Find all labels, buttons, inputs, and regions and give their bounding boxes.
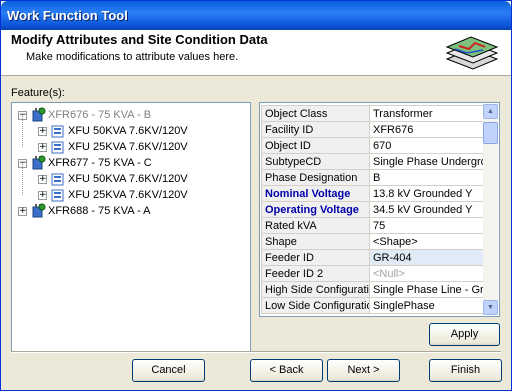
attribute-value[interactable]: 75: [369, 217, 484, 234]
unit-icon: [51, 189, 64, 202]
unit-icon: [51, 125, 64, 138]
attribute-value[interactable]: 670: [369, 137, 484, 154]
map-layers-icon: [445, 36, 499, 70]
attribute-name: Nominal Voltage: [261, 185, 370, 202]
back-button[interactable]: < Back: [250, 359, 323, 382]
attribute-row[interactable]: Low Side Configuration SinglePhase: [261, 297, 484, 314]
attribute-value[interactable]: 13.8 kV Grounded Y: [369, 185, 484, 202]
attribute-row[interactable]: Object ID 670: [261, 137, 484, 154]
tree-item[interactable]: + XFU 50KVA 7.6KV/120V: [38, 171, 188, 187]
features-label: Feature(s):: [11, 87, 65, 99]
attribute-value[interactable]: Single Phase Undergro: [369, 153, 484, 170]
finish-button[interactable]: Finish: [429, 359, 502, 382]
attribute-name: Phase Designation: [261, 169, 370, 186]
attribute-value[interactable]: GR-404: [369, 249, 484, 266]
unit-icon: [51, 173, 64, 186]
tree-item[interactable]: + XFU 25KVA 7.6KV/120V: [38, 187, 188, 203]
attribute-value[interactable]: Transformer: [369, 105, 484, 122]
attribute-name: Facility ID: [261, 121, 370, 138]
title-bar[interactable]: Work Function Tool: [1, 1, 511, 30]
attribute-row[interactable]: SubtypeCD Single Phase Undergro: [261, 153, 484, 170]
wizard-header: Modify Attributes and Site Condition Dat…: [1, 30, 511, 76]
tree-item-label: XFR677 - 75 KVA - C: [48, 157, 152, 169]
grid-scrollbar[interactable]: ▲ ▼: [483, 104, 498, 315]
attribute-value[interactable]: <Shape>: [369, 233, 484, 250]
feature-tree[interactable]: − XFR676 - 75 KVA - B + XFU 50KVA 7.6KV/120…: [11, 102, 251, 352]
attribute-name: Feeder ID 2: [261, 265, 370, 282]
attribute-row[interactable]: Operating Voltage 34.5 kV Grounded Y: [261, 201, 484, 218]
tree-item-label: XFU 50KVA 7.6KV/120V: [68, 173, 188, 185]
page-title: Modify Attributes and Site Condition Dat…: [11, 32, 268, 47]
attribute-row[interactable]: Feeder ID GR-404: [261, 249, 484, 266]
attribute-row[interactable]: Feeder ID 2 <Null>: [261, 265, 484, 282]
tree-item-label: XFU 25KVA 7.6KV/120V: [68, 141, 188, 153]
tree-item[interactable]: − XFR676 - 75 KVA - B: [18, 107, 151, 123]
attribute-name: Shape: [261, 233, 370, 250]
cancel-button[interactable]: Cancel: [132, 359, 205, 382]
work-function-window: Work Function Tool Modify Attributes and…: [0, 0, 512, 391]
scroll-thumb[interactable]: [483, 122, 498, 144]
tree-item-label: XFR676 - 75 KVA - B: [48, 109, 152, 121]
attribute-row[interactable]: Facility ID XFR676: [261, 121, 484, 138]
window-title: Work Function Tool: [7, 8, 128, 23]
attribute-value[interactable]: 34.5 kV Grounded Y: [369, 201, 484, 218]
tree-item[interactable]: + XFR688 - 75 KVA - A: [18, 203, 151, 219]
attribute-grid[interactable]: Object Class Transformer Facility ID XFR676…: [259, 102, 500, 317]
attribute-row[interactable]: Object Class Transformer: [261, 105, 484, 122]
expand-icon[interactable]: +: [38, 190, 47, 200]
tree-item[interactable]: − XFR677 - 75 KVA - C: [18, 155, 152, 171]
attribute-value[interactable]: SinglePhase: [369, 297, 484, 314]
expand-icon[interactable]: +: [38, 126, 47, 136]
tree-item-label: XFU 25KVA 7.6KV/120V: [68, 189, 188, 201]
page-subtitle: Make modifications to attribute values h…: [26, 51, 239, 63]
tree-connector: [22, 163, 23, 195]
scroll-up-button[interactable]: ▲: [483, 104, 498, 119]
expand-icon[interactable]: +: [38, 142, 47, 152]
expand-icon[interactable]: +: [38, 174, 47, 184]
attribute-row[interactable]: Rated kVA 75: [261, 217, 484, 234]
unit-icon: [51, 141, 64, 154]
attribute-value[interactable]: <Null>: [369, 265, 484, 282]
attribute-name: Object ID: [261, 137, 370, 154]
apply-button[interactable]: Apply: [429, 323, 500, 346]
tree-item-label: XFU 50KVA 7.6KV/120V: [68, 125, 188, 137]
separator: [11, 351, 501, 353]
tree-item[interactable]: + XFU 25KVA 7.6KV/120V: [38, 139, 188, 155]
next-button[interactable]: Next >: [327, 359, 400, 382]
scroll-down-button[interactable]: ▼: [483, 300, 498, 315]
attribute-name: Feeder ID: [261, 249, 370, 266]
transformer-icon: [32, 203, 46, 218]
attribute-name: Low Side Configuration: [261, 297, 370, 314]
attribute-row[interactable]: High Side ConfigurationSingle Phase Line…: [261, 281, 484, 298]
attribute-value[interactable]: B: [369, 169, 484, 186]
attribute-name: High Side Configuration: [261, 281, 370, 298]
attribute-value[interactable]: Single Phase Line - Gro: [369, 281, 484, 298]
expand-icon[interactable]: +: [18, 206, 27, 216]
tree-item-label: XFR688 - 75 KVA - A: [48, 205, 151, 217]
attribute-name: Object Class: [261, 105, 370, 122]
attribute-value[interactable]: XFR676: [369, 121, 484, 138]
attribute-row[interactable]: Nominal Voltage 13.8 kV Grounded Y: [261, 185, 484, 202]
attribute-name: Rated kVA: [261, 217, 370, 234]
attribute-row[interactable]: Phase Designation B: [261, 169, 484, 186]
attribute-name: SubtypeCD: [261, 153, 370, 170]
attribute-row[interactable]: Shape <Shape>: [261, 233, 484, 250]
transformer-icon: [32, 107, 46, 122]
transformer-icon: [32, 155, 46, 170]
tree-item[interactable]: + XFU 50KVA 7.6KV/120V: [38, 123, 188, 139]
attribute-name: Operating Voltage: [261, 201, 370, 218]
tree-connector: [22, 115, 23, 147]
